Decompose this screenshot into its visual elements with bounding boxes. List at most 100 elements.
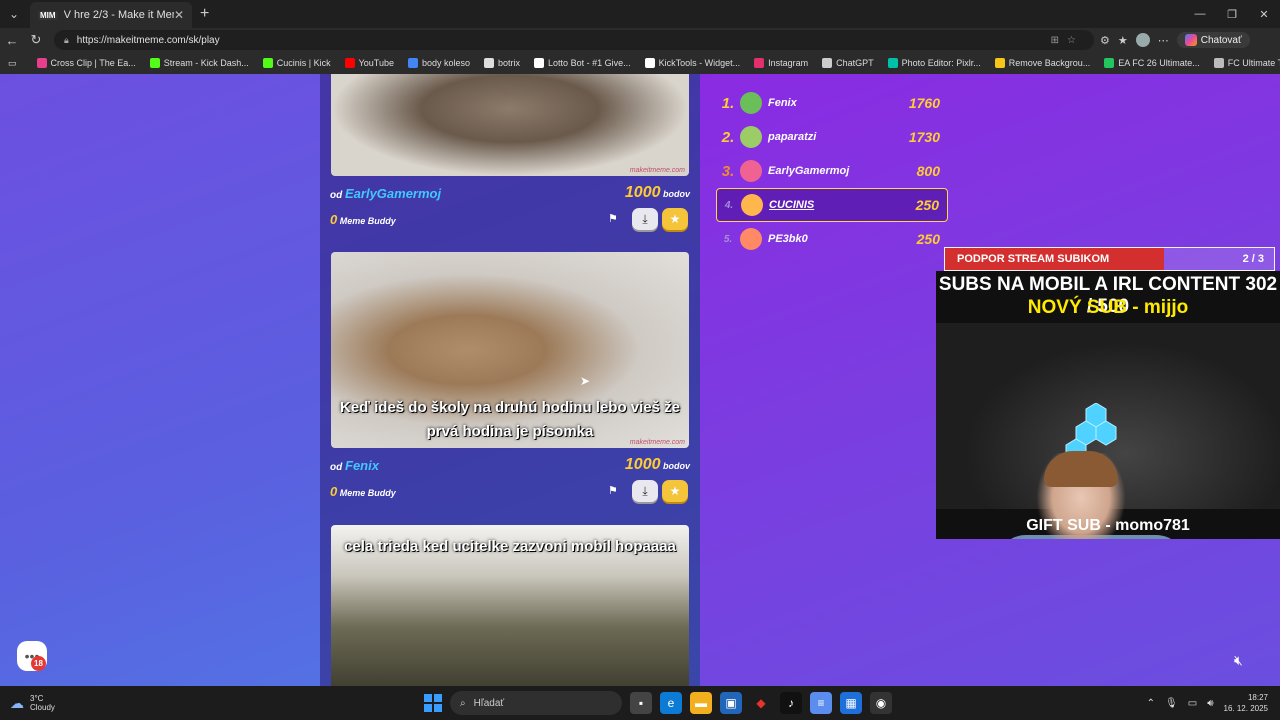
bookmark-item[interactable]: Cross Clip | The Ea... — [31, 58, 142, 68]
restore-icon[interactable]: ❐ — [1216, 0, 1248, 28]
address-actions-icons[interactable]: ⊞☆ — [1051, 35, 1084, 46]
sub-goal-count: 2 / 3 — [1242, 253, 1264, 265]
edge-browser-icon[interactable]: e — [660, 692, 682, 714]
bookmark-label: body koleso — [421, 58, 471, 68]
cloud-icon: ☁ — [10, 694, 24, 711]
browser-tab-bar: ⌄ MIM V hre 2/3 - Make it Meme ✕ + — ❐ ✕ — [0, 0, 1280, 28]
download-button[interactable]: ⤓ — [632, 480, 658, 502]
browser-actions: ⚙ ★ ⋯ Chatovať — [1100, 32, 1250, 48]
notepad-icon[interactable]: ≡ — [810, 692, 832, 714]
network-icon[interactable]: ▭ — [1188, 698, 1197, 709]
site-info-icon[interactable]: 🔒︎ — [64, 35, 69, 46]
player-name: EarlyGamermoj — [768, 165, 850, 177]
tab-title: V hre 2/3 - Make it Meme — [63, 9, 174, 21]
weather-condition: Cloudy — [30, 703, 55, 712]
bookmark-favicon-icon — [344, 58, 355, 68]
sidebar-toggle-icon[interactable]: ▭ — [8, 58, 17, 69]
bookmark-favicon-icon — [822, 58, 833, 68]
download-button[interactable]: ⤓ — [632, 208, 658, 230]
bookmark-item[interactable]: body koleso — [402, 58, 476, 68]
star-vote-button[interactable]: ★ — [662, 480, 688, 502]
bookmark-item[interactable]: KickTools - Widget... — [639, 58, 747, 68]
author-name[interactable]: Fenix — [345, 458, 379, 473]
browser-tab-active[interactable]: MIM V hre 2/3 - Make it Meme ✕ — [30, 2, 192, 28]
new-sub-text: NOVÝ SUB - mijjo — [1027, 297, 1189, 318]
bookmark-item[interactable]: Stream - Kick Dash... — [144, 58, 255, 68]
mute-speaker-icon[interactable]: 🔇︎ — [1234, 652, 1243, 669]
meme-watermark: makeitmeme.com — [629, 439, 685, 446]
volume-icon[interactable]: 🔊︎ — [1207, 698, 1213, 709]
search-placeholder: Hľadať — [473, 697, 505, 709]
bookmark-item[interactable]: Cucinis | Kick — [257, 58, 337, 68]
file-explorer-icon[interactable]: ▬ — [690, 692, 712, 714]
player-rank: 4. — [724, 199, 734, 211]
start-windows-icon[interactable] — [424, 694, 442, 712]
bookmark-favicon-icon — [754, 58, 765, 68]
bookmark-item[interactable]: Remove Backgrou... — [989, 58, 1097, 68]
temperature: 3°C — [30, 694, 44, 703]
close-tab-icon[interactable]: ✕ — [174, 8, 184, 22]
player-score: 1730 — [908, 129, 940, 145]
player-name: paparatzi — [768, 131, 817, 143]
url-field[interactable]: 🔒︎ https://makeitmeme.com/sk/play ⊞☆ — [54, 30, 1094, 50]
bookmark-label: ChatGPT — [836, 58, 874, 68]
tiktok-icon[interactable]: ♪ — [780, 692, 802, 714]
system-tray: ⌃ 🎙︎ ▭ 🔊︎ 18:27 16. 12. 2025 — [1147, 686, 1268, 720]
system-clock[interactable]: 18:27 16. 12. 2025 — [1224, 692, 1268, 714]
bookmark-label: YouTube — [358, 58, 394, 68]
copilot-chat-button[interactable]: Chatovať — [1176, 32, 1250, 48]
report-flag-icon[interactable]: ⚑ — [608, 484, 618, 497]
leaderboard-row: 5. PE3bk0 250 — [716, 222, 948, 256]
bookmark-item[interactable]: Photo Editor: Pixlr... — [882, 58, 987, 68]
microphone-icon[interactable]: 🎙︎ — [1165, 698, 1178, 709]
page-content: makeitmeme.com od EarlyGamermoj 1000 bod… — [0, 74, 1280, 686]
minimize-icon[interactable]: — — [1184, 0, 1216, 28]
leaderboard: 1. Fenix 1760 2. paparatzi 1730 3. EarlyGamermo… — [716, 86, 948, 256]
bookmark-item[interactable]: ChatGPT — [816, 58, 880, 68]
back-arrow-icon[interactable]: ← — [0, 33, 24, 48]
report-flag-icon[interactable]: ⚑ — [608, 212, 618, 225]
author-name[interactable]: EarlyGamermoj — [345, 186, 441, 201]
bookmark-item[interactable]: FC Ultimate Team... — [1208, 58, 1280, 68]
bookmark-favicon-icon — [149, 58, 160, 68]
bookmark-item[interactable]: EA FC 26 Ultimate... — [1098, 58, 1206, 68]
windows-taskbar: ☁ 3°C Cloudy ⌕ Hľadať ▪ e ▬ ▣ ◆ ♪ ≡ ▦ ◉ … — [0, 686, 1280, 720]
profile-avatar[interactable] — [1135, 33, 1150, 47]
leaderboard-row: 1. Fenix 1760 — [716, 86, 948, 120]
player-name: PE3bk0 — [768, 233, 808, 245]
sub-goal-label: PODPOR STREAM SUBIKOM — [957, 253, 1110, 265]
new-tab-plus-icon[interactable]: + — [200, 5, 209, 23]
chat-unread-badge: 18 — [31, 656, 46, 671]
bookmark-label: botrix — [498, 58, 521, 68]
bookmark-favicon-icon — [262, 58, 273, 68]
tab-list-chevron-icon[interactable]: ⌄ — [2, 2, 26, 26]
close-window-icon[interactable]: ✕ — [1248, 0, 1280, 28]
more-menu-icon[interactable]: ⋯ — [1158, 34, 1169, 47]
leaderboard-row: 3. EarlyGamermoj 800 — [716, 154, 948, 188]
points-display: 1000 bodov — [624, 184, 690, 201]
meme-caption: Keď ideš do školy na druhú hodinu lebo v… — [339, 399, 680, 440]
extensions-icon[interactable]: ⚙ — [1100, 34, 1110, 47]
refresh-icon[interactable]: ↻ — [24, 32, 48, 48]
webcam-overlay: SUBS NA MOBIL A IRL CONTENT 302 / 500 NO… — [936, 271, 1280, 539]
bookmark-item[interactable]: YouTube — [339, 58, 400, 68]
capcut-icon[interactable]: ▦ — [840, 692, 862, 714]
store-icon[interactable]: ▣ — [720, 692, 742, 714]
star-vote-button[interactable]: ★ — [662, 208, 688, 230]
red-app-icon[interactable]: ◆ — [750, 692, 772, 714]
author-line: od Fenix — [330, 458, 379, 473]
sub-goal-bar: PODPOR STREAM SUBIKOM 2 / 3 — [944, 247, 1275, 271]
favorites-icon[interactable]: ★ — [1118, 34, 1128, 47]
task-view-icon[interactable]: ▪ — [630, 692, 652, 714]
tray-chevron-icon[interactable]: ⌃ — [1147, 698, 1155, 709]
bookmark-item[interactable]: botrix — [478, 58, 526, 68]
streamer-hair — [1044, 451, 1118, 487]
player-avatar — [740, 228, 762, 250]
bookmarks-bar: ▭ Cross Clip | The Ea... Stream - Kick Da… — [0, 52, 1280, 74]
weather-widget[interactable]: ☁ 3°C Cloudy — [10, 694, 55, 712]
taskbar-search[interactable]: ⌕ Hľadať — [450, 691, 622, 715]
obs-icon[interactable]: ◉ — [870, 692, 892, 714]
bookmark-label: Stream - Kick Dash... — [163, 58, 249, 68]
bookmark-item[interactable]: Lotto Bot - #1 Give... — [528, 58, 637, 68]
bookmark-item[interactable]: Instagram — [748, 58, 814, 68]
